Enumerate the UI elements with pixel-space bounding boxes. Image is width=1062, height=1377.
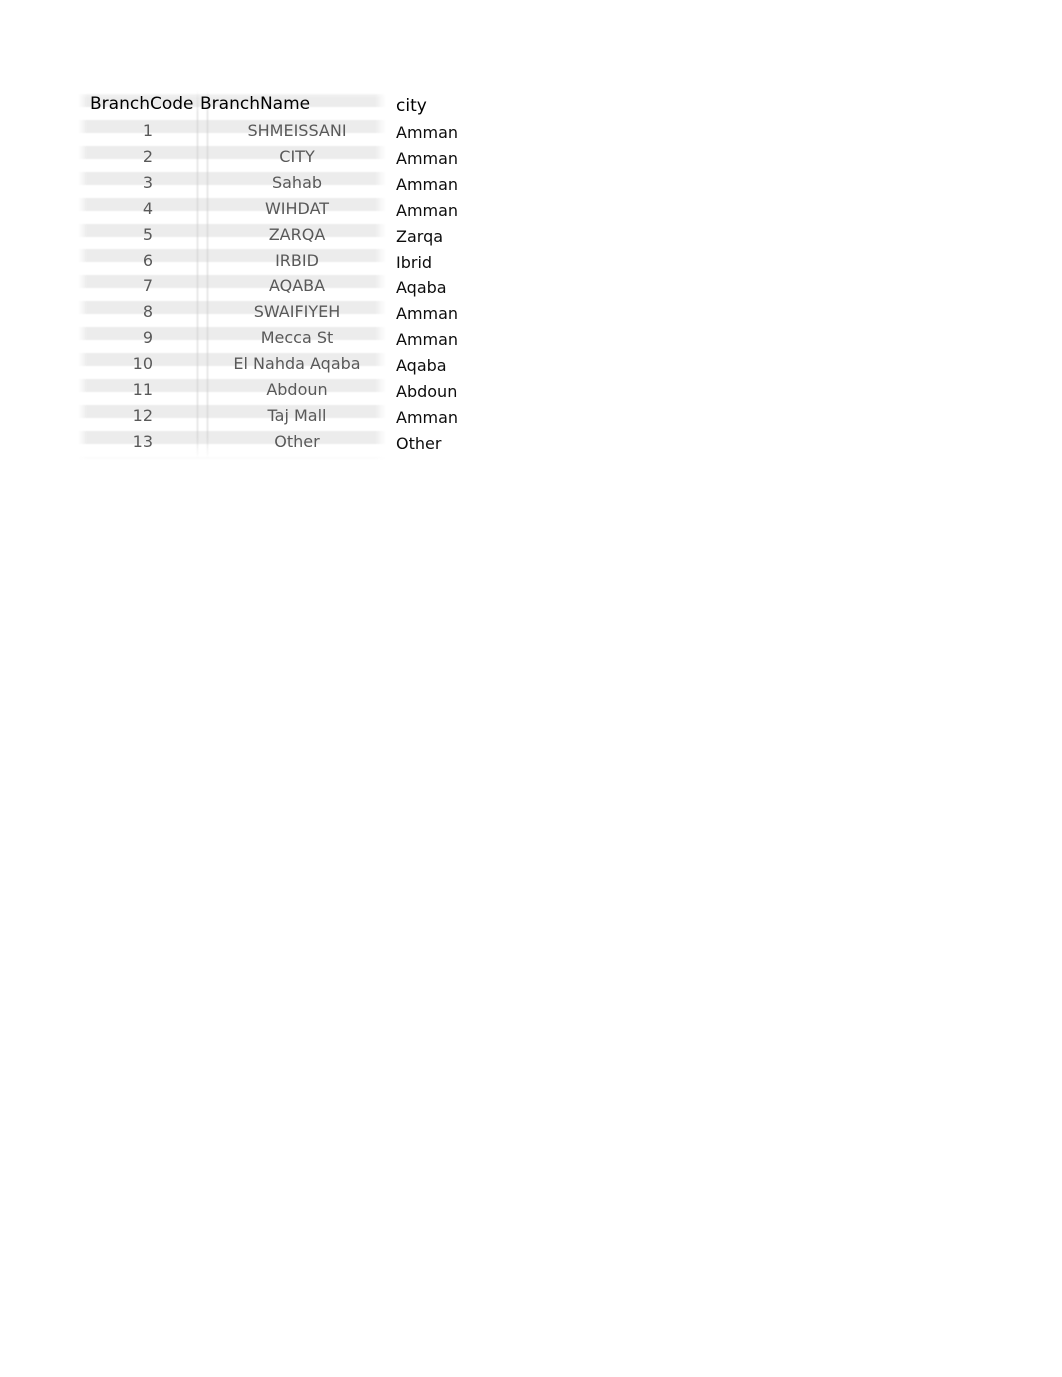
- cell-city[interactable]: Zarqa: [396, 228, 443, 245]
- cell-branch-code[interactable]: 7: [83, 278, 153, 294]
- cell-city[interactable]: Ibrid: [396, 254, 432, 271]
- cell-branch-name[interactable]: Abdoun: [197, 382, 397, 398]
- cell-city[interactable]: Amman: [396, 125, 458, 141]
- cell-branch-name[interactable]: IRBID: [197, 252, 397, 269]
- cell-branch-name[interactable]: El Nahda Aqaba: [197, 356, 397, 372]
- cell-branch-name[interactable]: AQABA: [197, 278, 397, 294]
- cell-city[interactable]: Amman: [396, 306, 458, 322]
- column-separator-1: [197, 90, 198, 458]
- cell-branch-code[interactable]: 3: [83, 174, 153, 191]
- cell-branch-name[interactable]: Sahab: [197, 174, 397, 191]
- cell-branch-name[interactable]: Mecca St: [197, 330, 397, 346]
- cell-branch-code[interactable]: 13: [83, 433, 153, 450]
- cell-branch-code[interactable]: 6: [83, 252, 153, 269]
- column-header-city[interactable]: city: [396, 98, 427, 115]
- cell-branch-code[interactable]: 2: [83, 148, 153, 165]
- cell-city[interactable]: Aqaba: [396, 358, 447, 374]
- column-separator-2: [207, 90, 208, 458]
- cell-branch-code[interactable]: 10: [83, 356, 153, 372]
- cell-branch-code[interactable]: 12: [83, 407, 153, 424]
- cell-branch-name[interactable]: ZARQA: [197, 226, 397, 243]
- cell-city[interactable]: Amman: [396, 202, 458, 219]
- column-header-branchname[interactable]: BranchName: [200, 96, 310, 113]
- cell-city[interactable]: Other: [396, 435, 441, 452]
- cell-branch-name[interactable]: Other: [197, 433, 397, 450]
- row-banding: [78, 88, 386, 470]
- column-header-branchcode[interactable]: BranchCode: [90, 96, 194, 113]
- spreadsheet-canvas: BranchCode BranchName city 1 SHMEISSANI Am…: [0, 0, 1062, 1377]
- cell-city[interactable]: Amman: [396, 332, 458, 348]
- cell-branch-code[interactable]: 8: [83, 304, 153, 320]
- row-band: [78, 456, 386, 470]
- cell-branch-code[interactable]: 9: [83, 330, 153, 346]
- cell-branch-name[interactable]: WIHDAT: [197, 200, 397, 217]
- cell-branch-code[interactable]: 5: [83, 226, 153, 243]
- cell-city[interactable]: Amman: [396, 150, 458, 167]
- cell-branch-name[interactable]: SWAIFIYEH: [197, 304, 397, 320]
- cell-branch-code[interactable]: 4: [83, 200, 153, 217]
- cell-city[interactable]: Abdoun: [396, 384, 457, 400]
- cell-branch-name[interactable]: Taj Mall: [197, 407, 397, 424]
- cell-branch-code[interactable]: 11: [83, 382, 153, 398]
- cell-city[interactable]: Amman: [396, 409, 458, 426]
- cell-city[interactable]: Amman: [396, 176, 458, 193]
- cell-branch-name[interactable]: CITY: [197, 148, 397, 165]
- cell-branch-name[interactable]: SHMEISSANI: [197, 123, 397, 139]
- cell-city[interactable]: Aqaba: [396, 280, 447, 296]
- cell-branch-code[interactable]: 1: [83, 123, 153, 139]
